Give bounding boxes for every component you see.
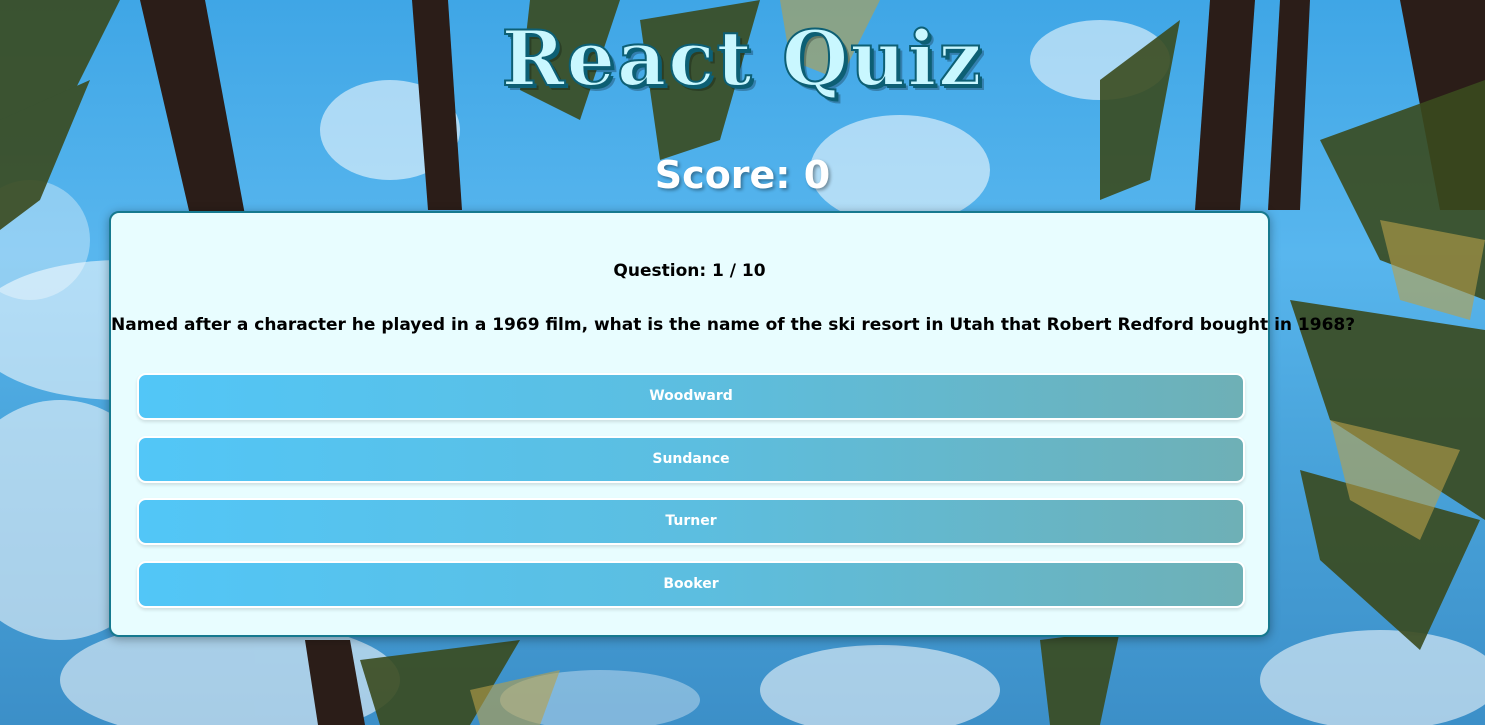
answer-button-turner[interactable]: Turner	[137, 498, 1245, 545]
question-text: Named after a character he played in a 1…	[111, 315, 1356, 335]
question-card: Question: 1 / 10 Named after a character…	[109, 211, 1356, 637]
score-display: Score: 0	[654, 153, 831, 197]
answer-list: Woodward Sundance Turner Booker	[137, 373, 1245, 623]
answer-button-woodward[interactable]: Woodward	[137, 373, 1245, 420]
answer-button-booker[interactable]: Booker	[137, 560, 1245, 608]
question-counter: Question: 1 / 10	[613, 261, 766, 281]
app-title: React Quiz	[500, 13, 984, 104]
answer-button-sundance[interactable]: Sundance	[137, 435, 1245, 483]
